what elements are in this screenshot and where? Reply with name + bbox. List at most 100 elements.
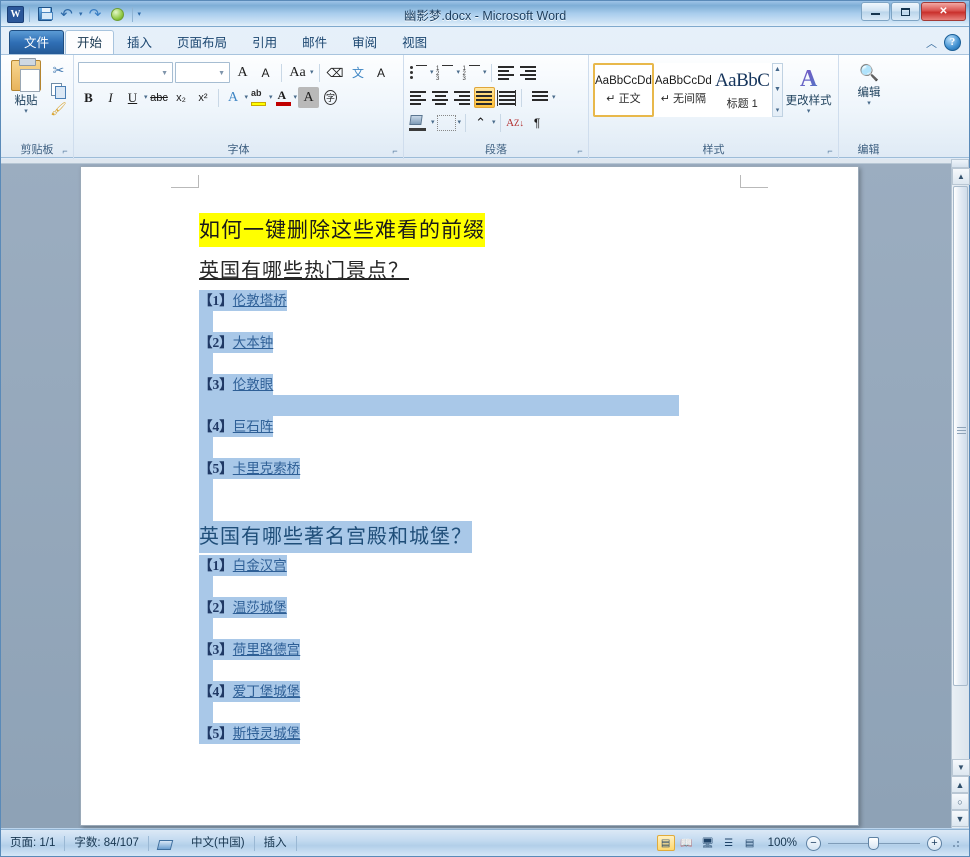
distributed-align-button[interactable]	[496, 87, 517, 108]
doc-list-item[interactable]: 【2】温莎城堡	[199, 597, 798, 618]
format-painter-icon[interactable]: 🖌	[50, 101, 67, 117]
minimize-button[interactable]	[861, 2, 890, 21]
strikethrough-button[interactable]: abc	[149, 87, 170, 108]
document-body[interactable]: 如何一键删除这些难看的前缀 英国有哪些热门景点？ 【1】伦敦塔桥 【2】大本钟	[199, 213, 798, 744]
blank-line[interactable]	[199, 479, 798, 500]
item-link[interactable]: 白金汉宫	[233, 558, 287, 573]
align-justify-button[interactable]	[474, 87, 495, 108]
view-draft-button[interactable]: ▤	[741, 835, 759, 851]
scroll-up-button[interactable]: ▲	[952, 168, 970, 185]
paragraph-dialog-launcher[interactable]: ⌐	[575, 146, 585, 156]
align-left-button[interactable]	[408, 87, 429, 108]
italic-button[interactable]: I	[100, 87, 121, 108]
blank-line[interactable]	[199, 576, 798, 597]
borders-icon[interactable]	[436, 112, 457, 133]
doc-list-item[interactable]: 【1】白金汉宫	[199, 555, 798, 576]
scrollbar-thumb[interactable]	[953, 186, 968, 686]
blank-line[interactable]	[199, 437, 798, 458]
phonetic-guide-icon[interactable]: 文	[348, 62, 369, 83]
shading-dropdown-icon[interactable]: ▾	[431, 119, 435, 126]
shading-icon[interactable]	[408, 112, 430, 133]
item-link[interactable]: 荷里路德宫	[233, 642, 301, 657]
sort-icon[interactable]: A Z↓	[505, 112, 526, 133]
item-link[interactable]: 斯特灵城堡	[233, 726, 301, 741]
item-link[interactable]: 巨石阵	[233, 419, 274, 434]
chinese-layout-dropdown-icon[interactable]: ▾	[492, 119, 496, 126]
decrease-indent-icon[interactable]	[496, 62, 517, 83]
tab-review[interactable]: 审阅	[340, 31, 389, 54]
blank-line[interactable]	[199, 311, 798, 332]
multilevel-dropdown-icon[interactable]: ▾	[483, 69, 487, 76]
editing-dropdown-icon[interactable]: ▾	[843, 100, 895, 107]
tab-page-layout[interactable]: 页面布局	[165, 31, 239, 54]
show-formatting-marks-icon[interactable]: ¶	[527, 112, 548, 133]
view-full-screen-reading-button[interactable]: 📖	[678, 835, 696, 851]
borders-dropdown-icon[interactable]: ▾	[458, 119, 462, 126]
numbering-dropdown-icon[interactable]: ▾	[457, 69, 461, 76]
vertical-scrollbar[interactable]: ▲ ▼ ▲ ○ ▼	[951, 159, 970, 828]
align-right-button[interactable]	[452, 87, 473, 108]
shrink-font-icon[interactable]: A	[255, 62, 276, 83]
item-link[interactable]: 伦敦塔桥	[233, 293, 287, 308]
styles-gallery-scroll[interactable]: ▲ ▼ ▾	[771, 63, 784, 117]
doc-list-item[interactable]: 【5】斯特灵城堡	[199, 723, 798, 744]
horizontal-ruler[interactable]	[1, 159, 951, 164]
help-icon[interactable]: ?	[944, 34, 961, 51]
text-effects-icon[interactable]: A	[223, 87, 244, 108]
doc-heading-1[interactable]: 英国有哪些热门景点？	[199, 255, 798, 287]
bullets-dropdown-icon[interactable]: ▾	[430, 69, 434, 76]
tab-insert[interactable]: 插入	[115, 31, 164, 54]
insert-mode[interactable]: 插入	[255, 834, 296, 853]
character-shading-icon[interactable]: A	[298, 87, 320, 108]
highlight-dropdown-icon[interactable]: ▾	[269, 94, 273, 101]
change-styles-button[interactable]: A 更改样式 ▾	[783, 63, 834, 117]
blank-line[interactable]	[199, 702, 798, 723]
blank-line[interactable]	[199, 618, 798, 639]
doc-list-item[interactable]: 【4】巨石阵	[199, 416, 798, 437]
align-center-button[interactable]	[430, 87, 451, 108]
clear-formatting-icon[interactable]: ⌫	[325, 62, 346, 83]
enclose-characters-icon[interactable]: 字	[320, 87, 341, 108]
tab-home[interactable]: 开始	[65, 30, 115, 54]
blank-line-wide[interactable]	[199, 395, 798, 416]
blank-line[interactable]	[199, 660, 798, 681]
superscript-button[interactable]: x²	[193, 87, 214, 108]
font-dialog-launcher[interactable]: ⌐	[390, 146, 400, 156]
item-link[interactable]: 大本钟	[233, 335, 274, 350]
change-case-icon[interactable]: Aa	[287, 62, 308, 83]
zoom-level[interactable]: 100%	[762, 837, 803, 849]
doc-list-item[interactable]: 【2】大本钟	[199, 332, 798, 353]
view-outline-button[interactable]: ☰	[720, 835, 738, 851]
doc-list-item[interactable]: 【4】爱丁堡城堡	[199, 681, 798, 702]
clipboard-dialog-launcher[interactable]: ⌐	[60, 146, 70, 156]
styles-dialog-launcher[interactable]: ⌐	[825, 146, 835, 156]
scroll-up-icon[interactable]: ▲	[774, 66, 781, 73]
collapse-ribbon-icon[interactable]: ︿	[926, 35, 937, 51]
tab-file[interactable]: 文件	[9, 30, 65, 54]
chevron-down-icon[interactable]: ▼	[218, 70, 225, 77]
select-browse-object-icon[interactable]: ○	[951, 793, 969, 810]
style-heading-1[interactable]: AaBbC 标题 1	[712, 63, 772, 117]
zoom-slider[interactable]	[828, 836, 920, 850]
word-count[interactable]: 字数: 84/107	[65, 834, 148, 853]
editing-button[interactable]: 🔍 编辑 ▾	[843, 58, 895, 107]
proofing-errors-icon[interactable]	[149, 834, 182, 853]
subscript-button[interactable]: x₂	[171, 87, 192, 108]
doc-list-item[interactable]: 【3】伦敦眼	[199, 374, 798, 395]
scroll-down-button[interactable]: ▼	[952, 759, 970, 776]
scroll-down-icon[interactable]: ▼	[774, 86, 781, 93]
close-button[interactable]: ✕	[921, 2, 966, 21]
chinese-layout-icon[interactable]: ⌃	[470, 112, 491, 133]
multilevel-list-icon[interactable]: 123	[461, 62, 482, 83]
change-styles-dropdown-icon[interactable]: ▾	[783, 108, 834, 115]
view-print-layout-button[interactable]: ▤	[656, 835, 675, 851]
character-border-icon[interactable]: A	[371, 62, 392, 83]
item-link[interactable]: 卡里克索桥	[233, 461, 301, 476]
doc-list-item[interactable]: 【1】伦敦塔桥	[199, 290, 798, 311]
highlight-color-icon[interactable]: ab	[249, 88, 268, 107]
cut-icon[interactable]: ✂	[50, 63, 67, 79]
item-link[interactable]: 伦敦眼	[233, 377, 274, 392]
change-case-dropdown-icon[interactable]: ▾	[310, 69, 314, 76]
doc-heading-2[interactable]: 英国有哪些著名宫殿和城堡？	[199, 521, 798, 553]
previous-page-icon[interactable]: ▲	[951, 776, 969, 793]
